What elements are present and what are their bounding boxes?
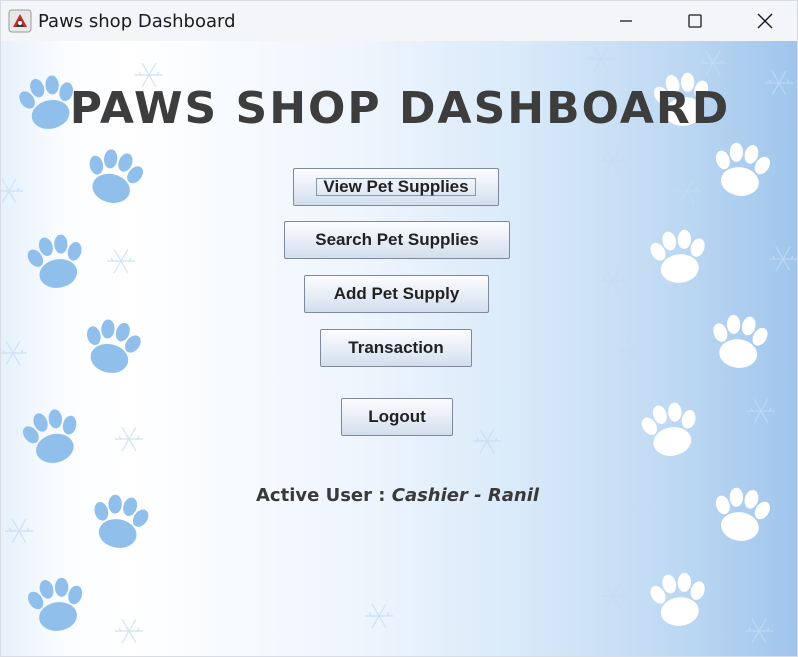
window-title: Paws shop Dashboard (38, 11, 236, 32)
transaction-button[interactable]: Transaction (320, 329, 472, 367)
right-paw-prints (636, 68, 776, 629)
view-pet-supplies-label: View Pet Supplies (323, 177, 469, 196)
active-user-prefix: Active User : (256, 485, 392, 506)
dashboard-panel: PAWS SHOP DASHBOARD View Pet Supplies Se… (1, 41, 797, 656)
minimize-button[interactable] (591, 1, 661, 41)
close-button[interactable] (730, 1, 797, 41)
add-pet-supply-button[interactable]: Add Pet Supply (304, 275, 489, 313)
maximize-button[interactable] (660, 1, 730, 41)
minimize-icon (620, 20, 632, 22)
logout-label: Logout (368, 407, 426, 426)
search-pet-supplies-label: Search Pet Supplies (315, 230, 479, 249)
view-pet-supplies-button[interactable]: View Pet Supplies (293, 168, 499, 206)
title-bar[interactable]: Paws shop Dashboard (1, 1, 797, 41)
maximize-icon (688, 14, 702, 28)
search-pet-supplies-button[interactable]: Search Pet Supplies (284, 221, 510, 259)
logout-button[interactable]: Logout (341, 398, 453, 436)
app-window: Paws shop Dashboard PAWS SHOP DASHBOARD … (0, 0, 798, 657)
transaction-label: Transaction (348, 338, 444, 357)
java-app-icon (8, 9, 32, 33)
add-pet-supply-label: Add Pet Supply (333, 284, 460, 303)
active-user-status: Active User : Cashier - Ranil (256, 485, 539, 506)
active-user-value: Cashier - Ranil (391, 485, 540, 506)
left-paw-prints (13, 70, 154, 635)
close-icon (757, 13, 773, 29)
dashboard-heading: PAWS SHOP DASHBOARD (69, 83, 731, 134)
